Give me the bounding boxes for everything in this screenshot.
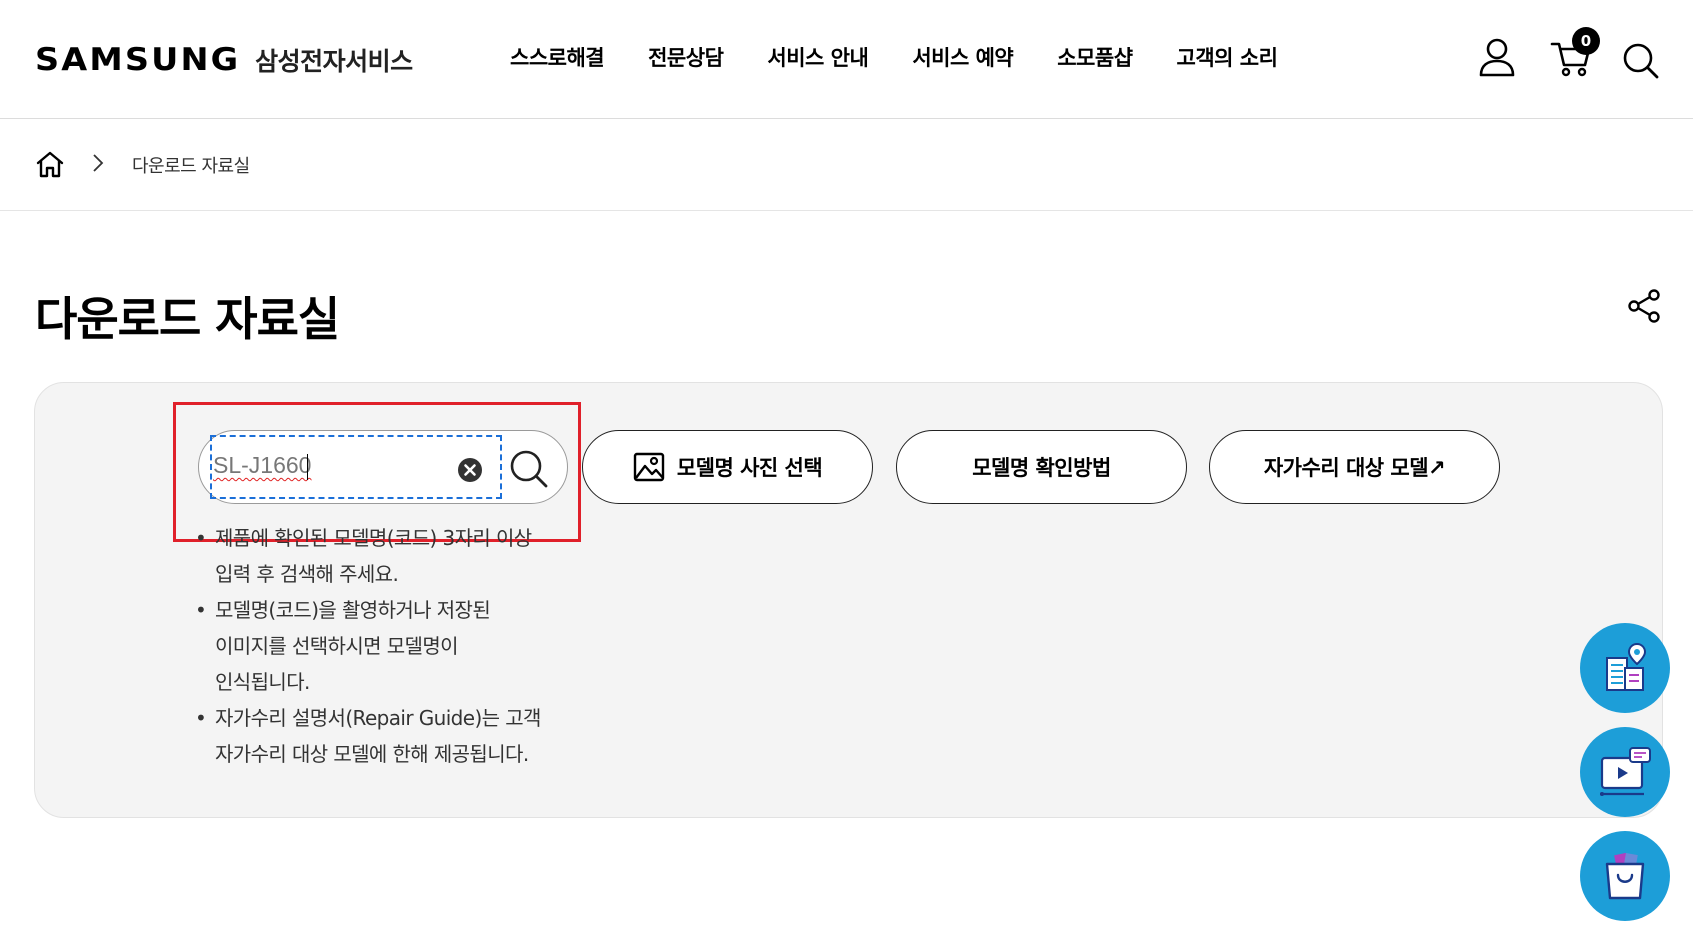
nav-service-guide[interactable]: 서비스 안내 xyxy=(767,42,868,72)
logo-subtitle: 삼성전자서비스 xyxy=(255,47,413,76)
main-nav: 스스로해결 전문상담 서비스 안내 서비스 예약 소모품샵 고객의 소리 xyxy=(510,42,1321,72)
search-notes: • 제품에 확인된 모델명(코드) 3자리 이상 입력 후 검색해 주세요. •… xyxy=(195,520,585,772)
note-line: 자가수리 설명서(Repair Guide)는 고객 xyxy=(215,706,541,730)
nav-consumables-shop[interactable]: 소모품샵 xyxy=(1057,42,1133,72)
self-repair-models-button[interactable]: 자가수리 대상 모델↗ xyxy=(1209,430,1500,504)
note-item: • 모델명(코드)을 촬영하거나 저장된 이미지를 선택하시면 모델명이 인식됩… xyxy=(195,592,585,700)
note-line: 제품에 확인된 모델명(코드) 3자리 이상 xyxy=(215,526,532,550)
note-line: 입력 후 검색해 주세요. xyxy=(215,562,399,586)
samsung-logo-text: SAMSUNG xyxy=(35,42,241,78)
clear-icon[interactable] xyxy=(457,457,483,487)
image-icon xyxy=(633,452,665,482)
model-name-howto-label: 모델명 확인방법 xyxy=(972,456,1111,480)
nav-self-solve[interactable]: 스스로해결 xyxy=(510,42,605,72)
note-item: • 자가수리 설명서(Repair Guide)는 고객 자가수리 대상 모델에… xyxy=(195,700,585,772)
shop-button[interactable] xyxy=(1580,831,1670,921)
search-submit-icon[interactable] xyxy=(509,449,549,493)
nav-service-booking[interactable]: 서비스 예약 xyxy=(912,42,1013,72)
service-center-icon xyxy=(1606,642,1647,691)
note-line: 자가수리 대상 모델에 한해 제공됩니다. xyxy=(215,742,529,766)
site-header: SAMSUNG 삼성전자서비스 스스로해결 전문상담 서비스 안내 서비스 예약… xyxy=(0,0,1693,119)
model-photo-select-button[interactable]: 모델명 사진 선택 xyxy=(582,430,873,504)
search-input-value: SL-J1660 xyxy=(213,452,312,478)
share-icon[interactable] xyxy=(1626,288,1662,328)
home-icon[interactable] xyxy=(35,150,65,182)
note-line: 인식됩니다. xyxy=(215,670,310,694)
breadcrumb-current: 다운로드 자료실 xyxy=(132,156,250,177)
user-icon[interactable] xyxy=(1478,38,1516,78)
page-title: 다운로드 자료실 xyxy=(35,292,340,346)
text-cursor xyxy=(307,454,308,480)
video-chat-icon xyxy=(1600,747,1651,796)
service-center-button[interactable] xyxy=(1580,623,1670,713)
bullet: • xyxy=(195,526,207,550)
nav-customer-voice[interactable]: 고객의 소리 xyxy=(1177,42,1278,72)
search-icon[interactable] xyxy=(1622,42,1660,80)
note-item: • 제품에 확인된 모델명(코드) 3자리 이상 입력 후 검색해 주세요. xyxy=(195,520,585,592)
bullet: • xyxy=(195,706,207,730)
note-line: 모델명(코드)을 촬영하거나 저장된 xyxy=(215,598,491,622)
breadcrumb: 다운로드 자료실 xyxy=(0,119,1693,211)
note-line: 이미지를 선택하시면 모델명이 xyxy=(215,634,459,658)
cart-count-badge: 0 xyxy=(1572,27,1600,55)
self-repair-models-label: 자가수리 대상 모델↗ xyxy=(1263,456,1446,480)
chevron-right-icon xyxy=(92,153,104,177)
logo[interactable]: SAMSUNG 삼성전자서비스 xyxy=(35,40,413,80)
model-photo-select-label: 모델명 사진 선택 xyxy=(676,456,823,480)
bullet: • xyxy=(195,598,207,622)
shopping-bag-icon xyxy=(1605,852,1645,900)
nav-consult[interactable]: 전문상담 xyxy=(648,42,724,72)
model-name-howto-button[interactable]: 모델명 확인방법 xyxy=(896,430,1187,504)
video-consult-button[interactable] xyxy=(1580,727,1670,817)
